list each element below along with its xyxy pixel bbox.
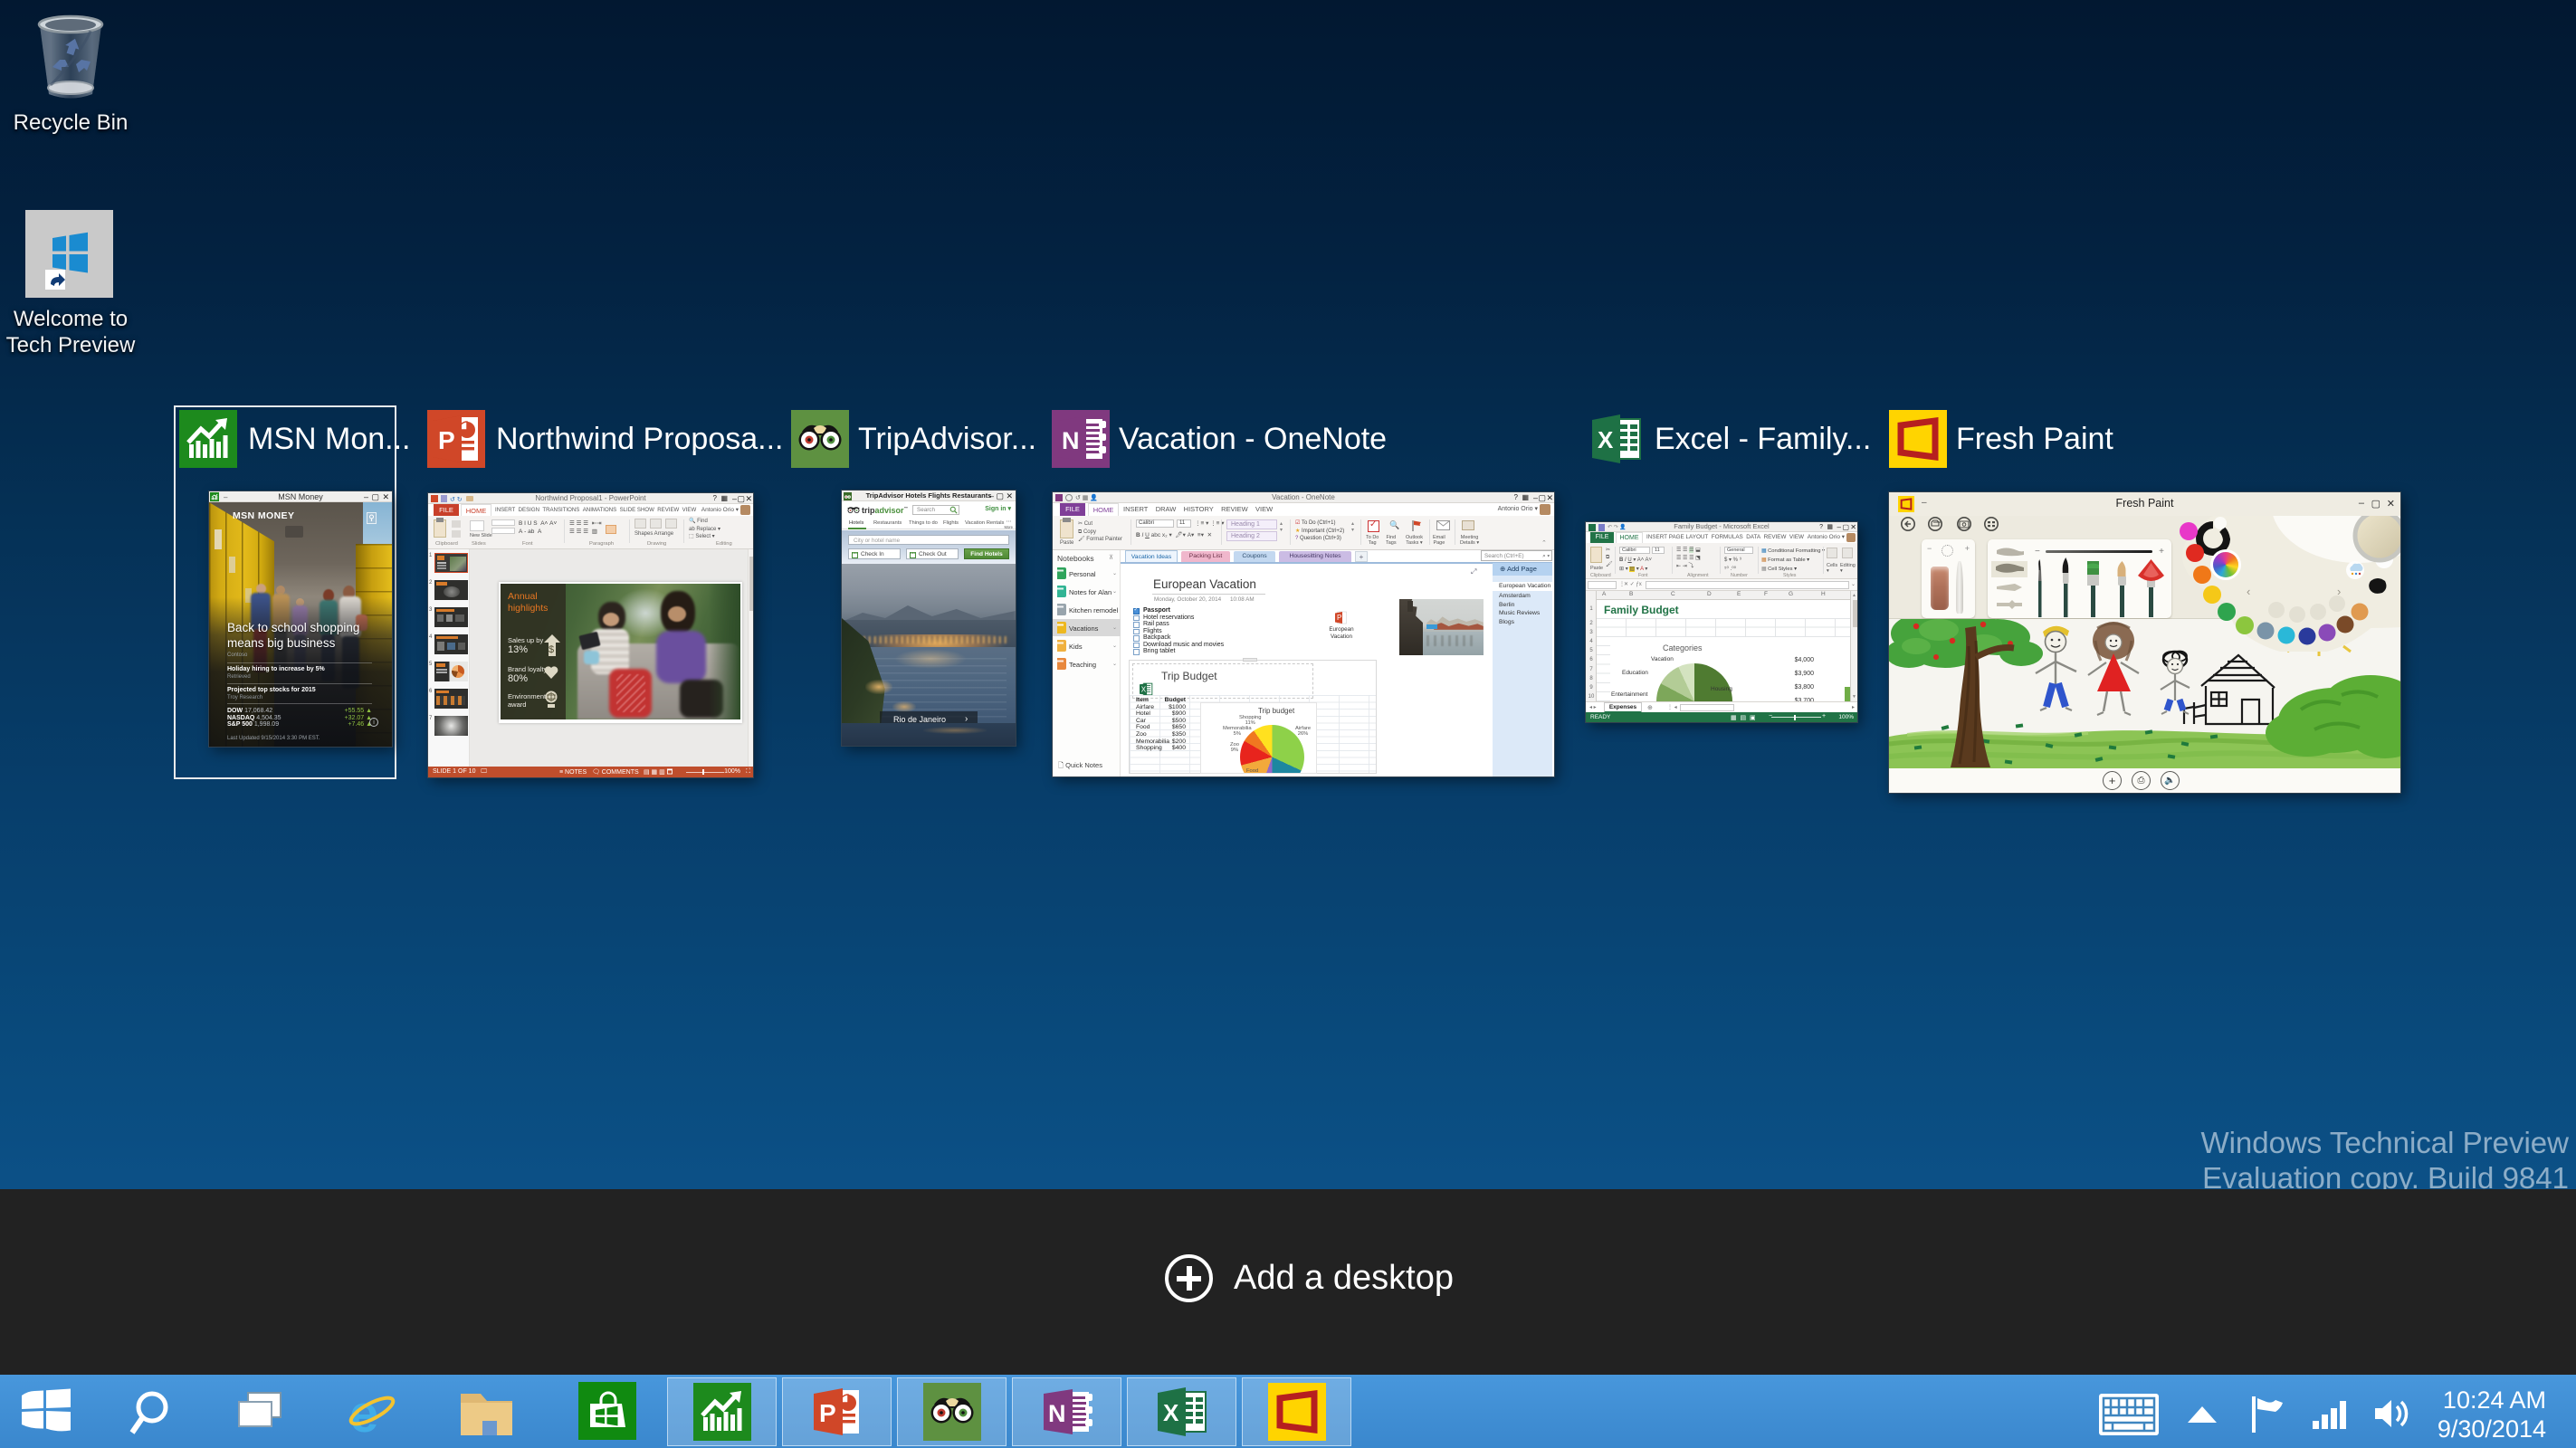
svg-text:›: › [2337,585,2341,598]
svg-text:X: X [1163,1399,1179,1426]
svg-text:N: N [1062,427,1080,454]
svg-text:X: X [1598,426,1614,453]
svg-text:X: X [1141,685,1147,693]
svg-text:‹: ‹ [2247,585,2250,598]
svg-text:e: e [349,1385,378,1440]
svg-text:P: P [819,1399,836,1427]
svg-text:N: N [1048,1400,1066,1427]
svg-text:P: P [1337,614,1341,622]
svg-text:P: P [438,426,455,454]
svg-text:$: $ [549,644,554,655]
